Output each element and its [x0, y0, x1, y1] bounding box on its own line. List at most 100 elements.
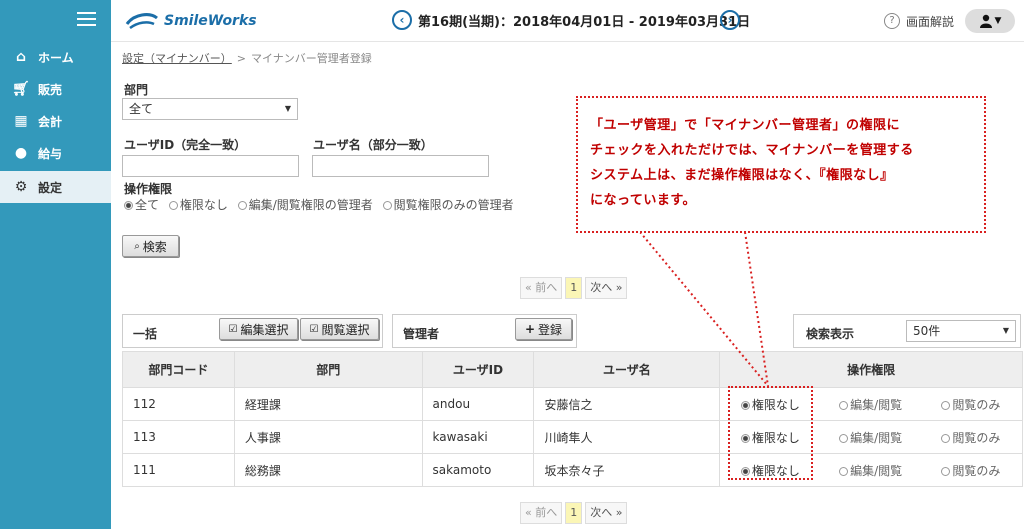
table-row: 112 経理課 andou 安藤信之 権限なし 編集/閲覧 閲覧のみ: [122, 387, 1023, 421]
radio-icon: [839, 466, 849, 476]
table-row: 113 人事課 kawasaki 川崎隼人 権限なし 編集/閲覧 閲覧のみ: [122, 420, 1023, 454]
display-label: 検索表示: [806, 327, 855, 341]
breadcrumb-link-settings[interactable]: 設定（マイナンバー）: [122, 52, 232, 65]
userid-input[interactable]: [122, 155, 299, 177]
radio-label: 閲覧のみ: [952, 430, 1001, 445]
annotation-line: になっています。: [590, 193, 697, 208]
perm-radio-view-only[interactable]: 閲覧のみ: [921, 396, 1021, 413]
perm-radio-edit-view[interactable]: 編集/閲覧: [820, 396, 920, 413]
edit-select-button[interactable]: ☑ 編集選択: [219, 318, 298, 340]
col-permission: 操作権限: [719, 351, 1023, 388]
radio-label: 編集/閲覧: [850, 430, 903, 445]
radio-label: 閲覧権限のみの管理者: [393, 198, 514, 212]
perm-filter-none[interactable]: 権限なし: [168, 198, 228, 212]
fiscal-period: 第16期(当期)：2018年04月01日 - 2019年03月31日: [418, 15, 751, 30]
radio-label: 閲覧のみ: [952, 397, 1001, 412]
help-icon[interactable]: ?: [884, 13, 900, 29]
user-icon: [979, 14, 992, 28]
perm-radio-edit-view[interactable]: 編集/閲覧: [820, 429, 920, 446]
sidebar-item-label: 販売: [38, 82, 63, 97]
annotation-line: チェックを入れただけでは、マイナンバーを管理する: [590, 143, 914, 158]
display-count-select[interactable]: 50件 ▼: [906, 320, 1016, 342]
sidebar-item-accounting[interactable]: ▦ 会計: [0, 105, 111, 137]
annotation-line: システム上は、まだ操作権限はなく、『権限なし』: [590, 168, 894, 183]
col-userid: ユーザID: [421, 351, 535, 388]
home-icon: ⌂: [15, 49, 27, 65]
radio-label: 編集/閲覧権限の管理者: [248, 198, 373, 212]
permission-highlight: [728, 386, 813, 480]
radio-label: 権限なし: [179, 198, 228, 212]
sidebar-item-settings[interactable]: ⚙ 設定: [0, 171, 111, 203]
cell-userid: kawasaki: [421, 420, 535, 454]
radio-label: 編集/閲覧: [850, 397, 903, 412]
chevron-down-icon: ▼: [994, 16, 1002, 26]
moneybag-icon: ●: [14, 145, 28, 161]
app-logo[interactable]: SmileWorks: [124, 8, 257, 34]
sidebar-item-label: 給与: [38, 146, 63, 161]
sidebar-item-label: ホーム: [38, 50, 74, 65]
perm-filter-edit-view[interactable]: 編集/閲覧権限の管理者: [237, 198, 373, 212]
pager-current[interactable]: 1: [565, 502, 583, 524]
register-button[interactable]: + 登録: [515, 318, 572, 340]
sidebar-item-payroll[interactable]: ● 給与: [0, 137, 111, 169]
user-menu-button[interactable]: ▼: [965, 9, 1015, 33]
radio-label: 全て: [135, 198, 160, 212]
col-username: ユーザ名: [533, 351, 721, 388]
search-button[interactable]: ⌕ 検索: [122, 235, 179, 257]
search-button-label: 検索: [142, 239, 167, 254]
perm-radio-view-only[interactable]: 閲覧のみ: [921, 429, 1021, 446]
period-prev-button[interactable]: ‹: [392, 10, 412, 30]
radio-icon: [168, 201, 178, 210]
dept-label: 部門: [124, 83, 149, 97]
username-label: ユーザ名（部分一致）: [313, 138, 433, 152]
perm-filter-view-only[interactable]: 閲覧権限のみの管理者: [382, 198, 514, 212]
table-row: 111 総務課 sakamoto 坂本奈々子 権限なし 編集/閲覧 閲覧のみ: [122, 453, 1023, 487]
perm-radio-edit-view[interactable]: 編集/閲覧: [820, 462, 920, 479]
cell-username: 安藤信之: [533, 387, 721, 421]
radio-icon: [839, 433, 849, 443]
username-input[interactable]: [312, 155, 489, 177]
col-dept: 部門: [233, 351, 423, 388]
dept-select-value: 全て: [129, 102, 154, 116]
view-select-label: 閲覧選択: [321, 322, 370, 337]
view-select-button[interactable]: ☑ 閲覧選択: [300, 318, 379, 340]
cell-dept-code: 111: [122, 453, 235, 487]
smileworks-logo-icon: [125, 13, 158, 30]
admin-table: 部門コード 部門 ユーザID ユーザ名 操作権限 112 経理課 andou 安…: [122, 351, 1023, 487]
pager-next[interactable]: 次へ »: [585, 502, 628, 524]
pager-next[interactable]: 次へ »: [585, 277, 628, 299]
cell-userid: sakamoto: [421, 453, 535, 487]
bulk-label: 一括: [133, 327, 158, 341]
pager-prev[interactable]: « 前へ: [520, 502, 563, 524]
pager-bottom: « 前へ 1 次へ »: [520, 502, 628, 524]
radio-label: 編集/閲覧: [850, 463, 903, 478]
pager-current[interactable]: 1: [565, 277, 583, 299]
sidebar: ⌂ ホーム 🛒︎ 販売 ▦ 会計 ● 給与 ⚙ 設定: [0, 41, 111, 529]
breadcrumb-separator: >: [236, 52, 246, 65]
perm-filter-radios: 全て 権限なし 編集/閲覧権限の管理者 閲覧権限のみの管理者: [124, 196, 520, 213]
cart-icon: 🛒︎: [12, 81, 30, 97]
cell-dept-code: 112: [122, 387, 235, 421]
breadcrumb: 設定（マイナンバー） > マイナンバー管理者登録: [122, 50, 372, 66]
annotation-line: 「ユーザ管理」で「マイナンバー管理者」の権限に: [590, 118, 900, 133]
userid-label: ユーザID（完全一致）: [124, 138, 247, 152]
checkbox-icon: ☑: [309, 323, 319, 335]
sidebar-item-home[interactable]: ⌂ ホーム: [0, 41, 111, 73]
pager-top: « 前へ 1 次へ »: [520, 277, 628, 299]
plus-icon: +: [524, 322, 536, 336]
perm-filter-all[interactable]: 全て: [124, 198, 159, 212]
radio-icon: [839, 400, 849, 410]
sidebar-item-sales[interactable]: 🛒︎ 販売: [0, 73, 111, 105]
cell-dept: 経理課: [233, 387, 423, 421]
display-count-value: 50件: [913, 324, 941, 338]
perm-radio-view-only[interactable]: 閲覧のみ: [921, 462, 1021, 479]
pager-prev[interactable]: « 前へ: [520, 277, 563, 299]
chevron-down-icon: ▼: [1002, 326, 1009, 335]
dept-select[interactable]: 全て ▼: [122, 98, 298, 120]
register-label: 登録: [538, 322, 563, 337]
hamburger-icon[interactable]: [77, 12, 96, 26]
help-link[interactable]: 画面解説: [906, 13, 954, 30]
breadcrumb-current: マイナンバー管理者登録: [251, 52, 372, 65]
sidebar-item-label: 設定: [38, 180, 63, 195]
period-next-button[interactable]: ›: [720, 10, 740, 30]
